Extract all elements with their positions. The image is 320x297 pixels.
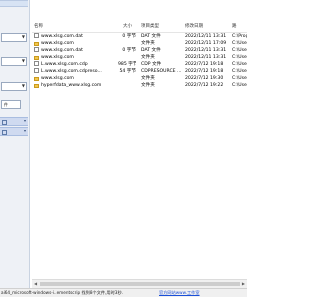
result-path: C:\Users xyxy=(232,62,247,67)
chevron-down-icon: ▼ xyxy=(21,58,25,63)
result-type: CDP 文件 xyxy=(141,62,162,67)
chevron-down-icon: ▼ xyxy=(21,83,25,88)
result-row[interactable]: www.xlsg.com 文件夹 2022/12/11 17:09 C:\Use… xyxy=(32,40,247,47)
chevron-down-icon: ▼ xyxy=(21,34,25,39)
file-icon xyxy=(34,61,39,66)
folder-icon xyxy=(34,84,39,88)
scroll-right-icon[interactable]: ▶ xyxy=(242,281,245,287)
result-path: C:\Users xyxy=(232,83,247,88)
result-row[interactable]: L.www.xlsg.com.cdp 985 字节 CDP 文件 2022/7/… xyxy=(32,61,247,68)
result-name: www.xlsg.com xyxy=(41,76,74,81)
result-name: L.www.xlsg.com.cdpreso... xyxy=(41,69,102,74)
file-icon xyxy=(34,47,39,52)
result-size: 54 字节 xyxy=(119,69,137,74)
result-row[interactable]: www.xlsg.com.dat 0 字节 DAT 文件 2022/12/11 … xyxy=(32,47,247,54)
result-date: 2022/12/11 13:31 xyxy=(185,55,227,60)
result-date: 2022/7/12 19:22 xyxy=(185,83,224,88)
result-type: 文件夹 xyxy=(141,55,155,60)
result-type: 文件夹 xyxy=(141,41,155,46)
folder-icon xyxy=(34,42,39,46)
result-type: DAT 文件 xyxy=(141,34,161,39)
result-type: CDPRESOURCE ... xyxy=(141,69,182,74)
result-path: C:\Progr xyxy=(232,34,247,39)
result-row[interactable]: www.xlsg.com 文件夹 2022/7/12 19:30 C:\User… xyxy=(32,75,247,82)
result-date: 2022/12/11 13:31 xyxy=(185,34,227,39)
result-path: C:\Users xyxy=(232,69,247,74)
result-name: www.xlsg.com.dat xyxy=(41,34,83,39)
scroll-left-icon[interactable]: ◀ xyxy=(34,281,37,287)
result-path: C:\Users xyxy=(232,76,247,81)
result-name: www.xlsg.com.dat xyxy=(41,48,83,53)
result-row[interactable]: L.www.xlsg.com.cdpreso... 54 字节 CDPRESOU… xyxy=(32,68,247,75)
result-size: 0 字节 xyxy=(122,48,136,53)
result-size: 0 字节 xyxy=(122,34,136,39)
panel-icon xyxy=(2,120,7,125)
search-type-dropdown[interactable]: ▼ xyxy=(1,82,27,91)
result-path: C:\Users xyxy=(232,48,247,53)
search-location-dropdown[interactable]: ▼ xyxy=(1,57,27,66)
result-type: DAT 文件 xyxy=(141,48,161,53)
result-name: www.xlsg.com xyxy=(41,55,74,60)
result-row[interactable]: hyperfdata_www.xlsg.com 文件夹 2022/7/12 19… xyxy=(32,82,247,89)
result-date: 2022/7/12 19:18 xyxy=(185,69,224,74)
advanced-panel-header[interactable]: ▾ xyxy=(0,127,28,136)
result-date: 2022/7/12 19:18 xyxy=(185,62,224,67)
result-path: C:\Users xyxy=(232,41,247,46)
result-row[interactable]: www.xlsg.com 文件夹 2022/12/11 13:31 C:\Use… xyxy=(32,54,247,61)
result-name: www.xlsg.com xyxy=(41,41,74,46)
result-name: hyperfdata_www.xlsg.com xyxy=(41,83,102,88)
column-header-size[interactable]: 大小 xyxy=(123,22,132,32)
horizontal-scrollbar[interactable]: ◀ ▶ xyxy=(32,279,247,288)
file-icon xyxy=(34,68,39,73)
result-row[interactable]: www.xlsg.com.dat 0 字节 DAT 文件 2022/12/11 … xyxy=(32,33,247,40)
search-name-dropdown[interactable]: ▼ xyxy=(1,33,27,42)
chevron-down-icon: ▾ xyxy=(23,118,26,123)
column-header-type[interactable]: 项目类型 xyxy=(141,22,159,32)
folder-icon xyxy=(34,77,39,81)
result-name: L.www.xlsg.com.cdp xyxy=(41,62,88,67)
results-list: www.xlsg.com.dat 0 字节 DAT 文件 2022/12/11 … xyxy=(32,33,247,89)
column-header-path[interactable]: 路 xyxy=(232,22,237,32)
left-pane-top-strip xyxy=(0,0,28,7)
result-type: 文件夹 xyxy=(141,76,155,81)
options-panel-header[interactable]: ▾ xyxy=(0,117,28,126)
chevron-down-icon: ▾ xyxy=(23,128,26,133)
folder-icon xyxy=(34,56,39,60)
column-header-name[interactable]: 名称 xyxy=(34,22,43,32)
panel-icon xyxy=(2,130,7,135)
results-header: 名称 大小 项目类型 修改日期 路 xyxy=(32,22,247,33)
result-date: 2022/12/11 13:31 xyxy=(185,48,227,53)
result-date: 2022/12/11 17:09 xyxy=(185,41,227,46)
result-path: C:\Users xyxy=(232,55,247,60)
result-date: 2022/7/12 19:30 xyxy=(185,76,224,81)
result-type: 文件夹 xyxy=(141,83,155,88)
file-icon xyxy=(34,33,39,38)
result-size: 985 字节 xyxy=(118,62,136,67)
column-header-modified[interactable]: 修改日期 xyxy=(185,22,203,32)
scrollbar-thumb[interactable] xyxy=(40,282,240,286)
search-files-button[interactable]: 件 xyxy=(1,100,21,109)
left-pane: ▼ ▼ ▼ 件 ▾ ▾ xyxy=(0,0,30,288)
